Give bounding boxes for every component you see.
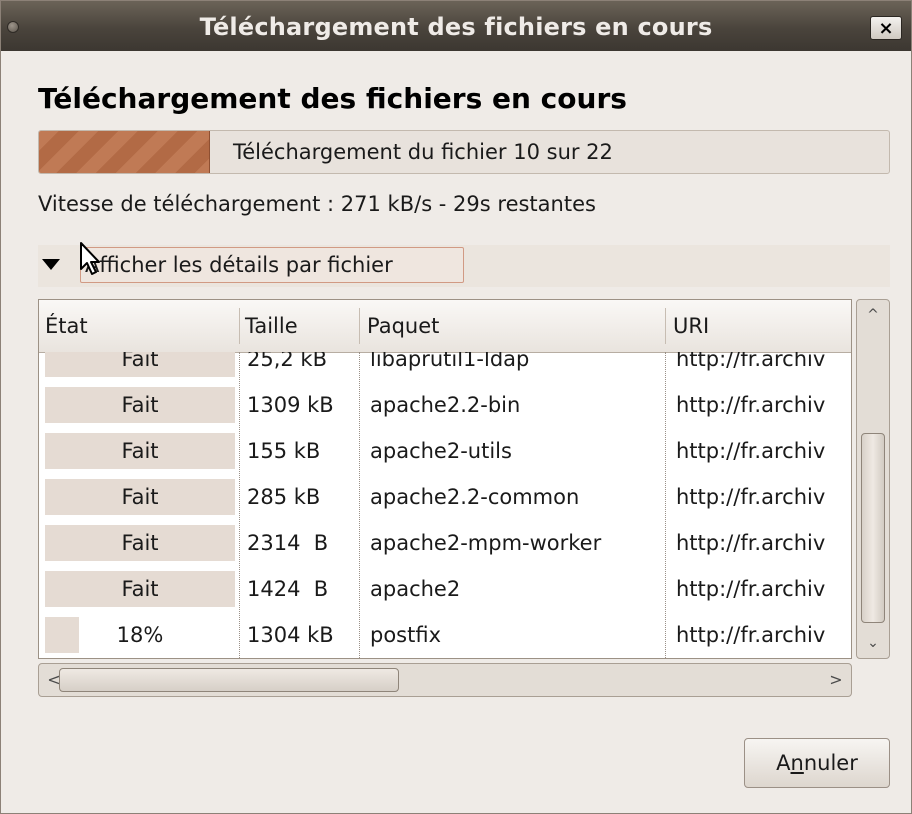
uri-cell: http://fr.archiv bbox=[676, 577, 826, 601]
scroll-up-icon[interactable]: ^ bbox=[857, 300, 889, 330]
cancel-label-pre: A bbox=[776, 751, 791, 775]
expander-arrow-icon[interactable] bbox=[42, 259, 60, 270]
package-cell: apache2.2-bin bbox=[370, 393, 521, 417]
progress-fill bbox=[39, 131, 210, 173]
state-label: Fait bbox=[121, 531, 159, 555]
column-header-uri[interactable]: URI bbox=[667, 300, 851, 352]
column-guide bbox=[359, 352, 360, 658]
details-expander-label-box[interactable]: Afficher les détails par fichier bbox=[80, 247, 464, 283]
package-cell: postfix bbox=[370, 623, 442, 647]
table-row[interactable]: Fait 155 kB apache2-utils http://fr.archiv bbox=[39, 428, 851, 474]
package-cell: apache2-utils bbox=[370, 439, 512, 463]
mouse-pointer-icon bbox=[80, 242, 100, 275]
table-row[interactable]: Fait 285 kB apache2.2-common http://fr.arch… bbox=[39, 474, 851, 520]
package-cell: apache2 bbox=[370, 577, 461, 601]
title-bar[interactable]: Téléchargement des fichiers en cours × bbox=[1, 1, 911, 51]
package-cell: libaprutil1-ldap bbox=[370, 352, 530, 371]
state-label: Fait bbox=[121, 393, 159, 417]
download-speed-text: Vitesse de téléchargement : 271 kB/s - 2… bbox=[38, 192, 596, 216]
cancel-label-post: nuler bbox=[803, 751, 858, 775]
uri-cell: http://fr.archiv bbox=[676, 439, 826, 463]
uri-cell: http://fr.archiv bbox=[676, 623, 826, 647]
state-label: Fait bbox=[121, 485, 159, 509]
scroll-right-icon[interactable]: > bbox=[821, 664, 851, 696]
file-details-table[interactable]: État Taille Paquet URI Fait 25,2 kB libapr… bbox=[38, 299, 852, 659]
column-divider[interactable] bbox=[665, 308, 666, 344]
size-cell: 1424 B bbox=[247, 577, 329, 601]
state-label: Fait bbox=[121, 577, 159, 601]
package-cell: apache2.2-common bbox=[370, 485, 580, 509]
size-cell: 25,2 kB bbox=[247, 352, 328, 371]
uri-cell: http://fr.archiv bbox=[676, 393, 826, 417]
cancel-button[interactable]: Annuler bbox=[744, 738, 890, 788]
column-guide bbox=[665, 352, 666, 658]
size-cell: 155 kB bbox=[247, 439, 321, 463]
window-title: Téléchargement des fichiers en cours bbox=[199, 13, 713, 41]
horizontal-scrollbar[interactable]: < > bbox=[38, 663, 852, 697]
size-cell: 1309 kB bbox=[247, 393, 334, 417]
column-header-size[interactable]: Taille bbox=[239, 300, 359, 352]
table-row[interactable]: Fait 1424 B apache2 http://fr.archiv bbox=[39, 566, 851, 612]
dialog-heading: Téléchargement des fichiers en cours bbox=[38, 82, 627, 115]
state-cell: Fait bbox=[45, 382, 235, 428]
download-dialog: Téléchargement des fichiers en cours × T… bbox=[0, 0, 912, 814]
table-row[interactable]: Fait 1309 kB apache2.2-bin http://fr.archiv bbox=[39, 382, 851, 428]
state-label: Fait bbox=[121, 352, 159, 371]
state-cell: Fait bbox=[45, 352, 235, 382]
column-guide bbox=[239, 352, 240, 658]
column-header-state[interactable]: État bbox=[39, 300, 239, 352]
table-row[interactable]: Fait 25,2 kB libaprutil1-ldap http://fr.arc… bbox=[39, 352, 851, 382]
table-row[interactable]: 18% 1304 kB postfix http://fr.archiv bbox=[39, 612, 851, 658]
cancel-label-mnemonic: n bbox=[790, 751, 804, 775]
state-cell: 18% bbox=[45, 612, 235, 658]
close-button[interactable]: × bbox=[870, 16, 902, 40]
table-row[interactable]: Fait 2314 B apache2-mpm-worker http://fr.ar… bbox=[39, 520, 851, 566]
scroll-down-icon[interactable]: ⌄ bbox=[857, 628, 889, 658]
details-expander-label: Afficher les détails par fichier bbox=[85, 253, 393, 277]
size-cell: 285 kB bbox=[247, 485, 321, 509]
horizontal-scroll-thumb[interactable] bbox=[59, 668, 399, 692]
state-cell: Fait bbox=[45, 474, 235, 520]
uri-cell: http://fr.archiv bbox=[676, 352, 826, 371]
overall-progress-bar: Téléchargement du fichier 10 sur 22 bbox=[38, 130, 890, 174]
package-cell: apache2-mpm-worker bbox=[370, 531, 602, 555]
column-header-package[interactable]: Paquet bbox=[361, 300, 661, 352]
progress-label: Téléchargement du fichier 10 sur 22 bbox=[233, 140, 613, 164]
details-expander[interactable]: Afficher les détails par fichier bbox=[38, 245, 890, 287]
state-cell: Fait bbox=[45, 566, 235, 612]
state-label: Fait bbox=[121, 439, 159, 463]
uri-cell: http://fr.archiv bbox=[676, 531, 826, 555]
vertical-scrollbar[interactable]: ^ ⌄ bbox=[856, 299, 890, 659]
table-body[interactable]: Fait 25,2 kB libaprutil1-ldap http://fr.arc… bbox=[39, 352, 851, 658]
state-cell: Fait bbox=[45, 520, 235, 566]
uri-cell: http://fr.archiv bbox=[676, 485, 826, 509]
size-cell: 1304 kB bbox=[247, 623, 334, 647]
table-header: État Taille Paquet URI bbox=[39, 300, 851, 353]
size-cell: 2314 B bbox=[247, 531, 329, 555]
state-cell: Fait bbox=[45, 428, 235, 474]
state-label: 18% bbox=[116, 623, 164, 647]
vertical-scroll-thumb[interactable] bbox=[861, 433, 885, 623]
column-divider[interactable] bbox=[359, 308, 360, 344]
